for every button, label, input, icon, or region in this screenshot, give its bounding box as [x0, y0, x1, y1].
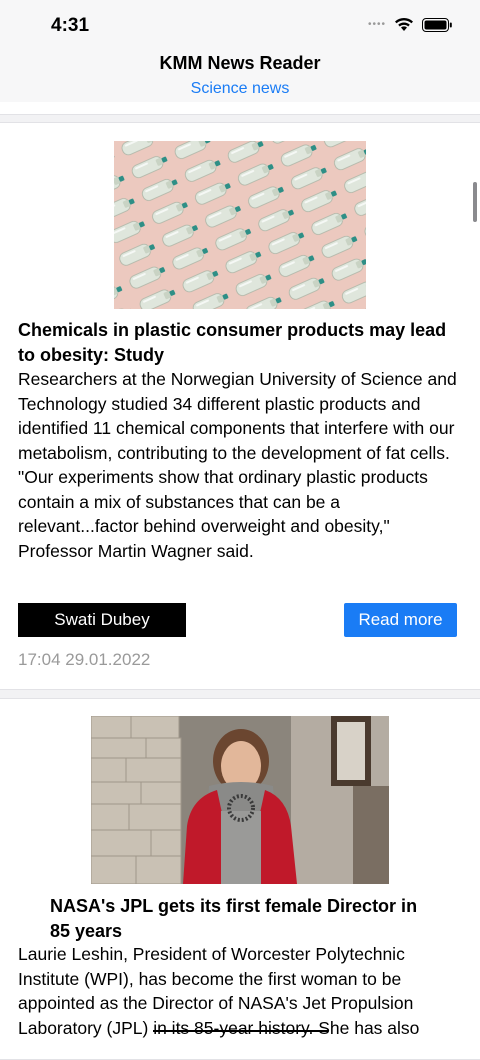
status-time: 4:31 [51, 15, 90, 36]
author-label: Swati Dubey [18, 603, 186, 637]
cellular-dots-icon: •••• [367, 19, 386, 30]
woman-portrait-red-jacket-image [91, 716, 389, 884]
scroll-indicator[interactable] [473, 182, 477, 222]
article-card[interactable]: NASA's JPL gets its first female Directo… [0, 698, 480, 1060]
article-card[interactable]: Chemicals in plastic consumer products m… [0, 122, 480, 690]
plastic-bottles-pattern-image [114, 141, 366, 309]
article-description: Laurie Leshin, President of Worcester Po… [18, 944, 420, 1038]
battery-icon [422, 17, 452, 32]
wifi-icon [394, 17, 414, 32]
article-title[interactable]: NASA's JPL gets its first female Directo… [50, 894, 440, 944]
article-date: 17:04 29.01.2022 [18, 650, 151, 669]
text-overlay-line [153, 1030, 328, 1032]
status-icons: •••• [368, 17, 452, 32]
previous-article-card[interactable] [0, 102, 480, 115]
read-more-button[interactable]: Read more [344, 603, 457, 637]
navigation-bar: KMM News Reader Science news [0, 48, 480, 103]
article-description: Researchers at the Norwegian University … [18, 369, 457, 561]
status-bar: 4:31 •••• [0, 0, 480, 48]
nav-subtitle[interactable]: Science news [0, 80, 480, 98]
article-title[interactable]: Chemicals in plastic consumer products m… [18, 318, 462, 368]
nav-title: KMM News Reader [159, 53, 321, 73]
